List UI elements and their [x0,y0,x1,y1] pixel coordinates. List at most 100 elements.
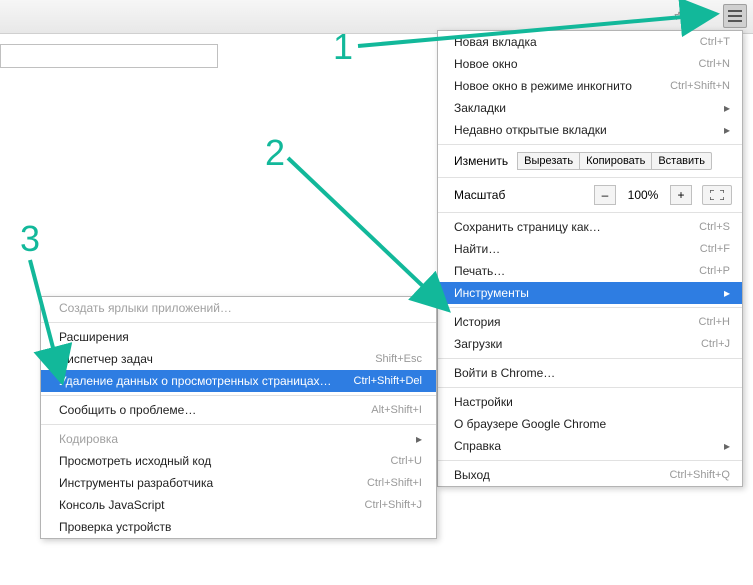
menu-label: Загрузки [454,337,701,351]
menu-item-bookmarks[interactable]: Закладки ▸ [438,97,742,119]
chevron-right-icon: ▸ [412,432,422,446]
menu-item-exit[interactable]: Выход Ctrl+Shift+Q [438,464,742,486]
menu-label: Масштаб [454,188,588,202]
menu-item-downloads[interactable]: Загрузки Ctrl+J [438,333,742,355]
menu-item-new-window[interactable]: Новое окно Ctrl+N [438,53,742,75]
menu-label: Изменить [454,154,508,168]
annotation-3: 3 [20,218,40,260]
menu-separator [438,177,742,178]
menu-label: Инструменты [454,286,720,300]
menu-shortcut: Ctrl+Shift+Del [354,375,422,387]
menu-shortcut: Alt+Shift+I [371,404,422,416]
fullscreen-icon [710,190,724,200]
circle-icon: ◐ [703,9,710,23]
menu-item-incognito[interactable]: Новое окно в режиме инкогнито Ctrl+Shift… [438,75,742,97]
cut-button[interactable]: Вырезать [517,152,580,170]
chevron-right-icon: ▸ [720,286,730,300]
submenu-item-report-issue[interactable]: Сообщить о проблеме… Alt+Shift+I [41,399,436,421]
menu-shortcut: Ctrl+Shift+J [365,499,422,511]
menu-label: Кодировка [59,432,412,446]
zoom-out-button[interactable]: – [594,185,616,205]
chevron-right-icon: ▸ [720,123,730,137]
menu-label: Просмотреть исходный код [59,454,391,468]
submenu-item-extensions[interactable]: Расширения [41,326,436,348]
submenu-item-clear-browsing-data[interactable]: Удаление данных о просмотренных страница… [41,370,436,392]
menu-shortcut: Ctrl+U [391,455,422,467]
annotation-2: 2 [265,132,285,174]
menu-label: Диспетчер задач [59,352,375,366]
menu-separator [41,395,436,396]
menu-label: Закладки [454,101,720,115]
zoom-in-button[interactable]: + [670,185,692,205]
chevron-right-icon: ▸ [720,101,730,115]
menu-shortcut: Ctrl+N [699,58,730,70]
menu-label: Настройки [454,395,730,409]
zoom-value: 100% [622,188,664,202]
menu-separator [41,424,436,425]
main-menu-button[interactable] [723,4,747,28]
submenu-item-view-source[interactable]: Просмотреть исходный код Ctrl+U [41,450,436,472]
menu-label: История [454,315,699,329]
submenu-item-inspect-devices[interactable]: Проверка устройств [41,516,436,538]
menu-label: Удаление данных о просмотренных страница… [59,374,354,388]
menu-shortcut: Ctrl+H [699,316,730,328]
menu-item-help[interactable]: Справка ▸ [438,435,742,457]
menu-item-save-page[interactable]: Сохранить страницу как… Ctrl+S [438,216,742,238]
menu-shortcut: Ctrl+T [700,36,730,48]
search-input[interactable] [0,44,218,68]
copy-button[interactable]: Копировать [579,152,652,170]
menu-label: Создать ярлыки приложений… [59,301,422,315]
menu-label: Консоль JavaScript [59,498,365,512]
menu-label: Выход [454,468,669,482]
menu-label: О браузере Google Chrome [454,417,730,431]
extension-icon[interactable]: ◐ [695,4,719,28]
fullscreen-button[interactable] [702,185,732,205]
tools-submenu: Создать ярлыки приложений… Расширения Ди… [40,296,437,539]
menu-item-history[interactable]: История Ctrl+H [438,311,742,333]
submenu-item-js-console[interactable]: Консоль JavaScript Ctrl+Shift+J [41,494,436,516]
menu-shortcut: Ctrl+P [699,265,730,277]
menu-shortcut: Ctrl+J [701,338,730,350]
menu-item-tools[interactable]: Инструменты ▸ [438,282,742,304]
bookmark-star-icon[interactable]: ☆ [667,4,691,28]
menu-shortcut: Ctrl+Shift+N [670,80,730,92]
menu-item-settings[interactable]: Настройки [438,391,742,413]
submenu-item-encoding[interactable]: Кодировка ▸ [41,428,436,450]
menu-separator [41,322,436,323]
main-menu: Новая вкладка Ctrl+T Новое окно Ctrl+N Н… [437,30,743,487]
submenu-item-dev-tools[interactable]: Инструменты разработчика Ctrl+Shift+I [41,472,436,494]
menu-shortcut: Ctrl+S [699,221,730,233]
submenu-item-create-shortcuts[interactable]: Создать ярлыки приложений… [41,297,436,319]
menu-label: Инструменты разработчика [59,476,367,490]
menu-separator [438,387,742,388]
submenu-item-task-manager[interactable]: Диспетчер задач Shift+Esc [41,348,436,370]
menu-item-print[interactable]: Печать… Ctrl+P [438,260,742,282]
menu-label: Сообщить о проблеме… [59,403,371,417]
menu-separator [438,307,742,308]
menu-label: Новое окно [454,57,699,71]
menu-label: Расширения [59,330,422,344]
menu-separator [438,144,742,145]
menu-label: Найти… [454,242,700,256]
menu-item-recent-tabs[interactable]: Недавно открытые вкладки ▸ [438,119,742,141]
hamburger-icon [728,10,742,22]
menu-label: Новое окно в режиме инкогнито [454,79,670,93]
menu-zoom-row: Масштаб – 100% + [438,181,742,209]
paste-button[interactable]: Вставить [651,152,712,170]
annotation-1: 1 [333,26,353,68]
menu-edit-row: Изменить Вырезать Копировать Вставить [438,148,742,174]
menu-item-new-tab[interactable]: Новая вкладка Ctrl+T [438,31,742,53]
menu-label: Сохранить страницу как… [454,220,699,234]
menu-separator [438,358,742,359]
menu-label: Справка [454,439,720,453]
menu-label: Проверка устройств [59,520,422,534]
menu-item-about[interactable]: О браузере Google Chrome [438,413,742,435]
menu-separator [438,212,742,213]
menu-item-sign-in[interactable]: Войти в Chrome… [438,362,742,384]
menu-separator [438,460,742,461]
menu-label: Войти в Chrome… [454,366,730,380]
browser-toolbar: ☆ ◐ [0,0,753,34]
menu-item-find[interactable]: Найти… Ctrl+F [438,238,742,260]
menu-label: Новая вкладка [454,35,700,49]
star-icon: ☆ [674,9,685,23]
